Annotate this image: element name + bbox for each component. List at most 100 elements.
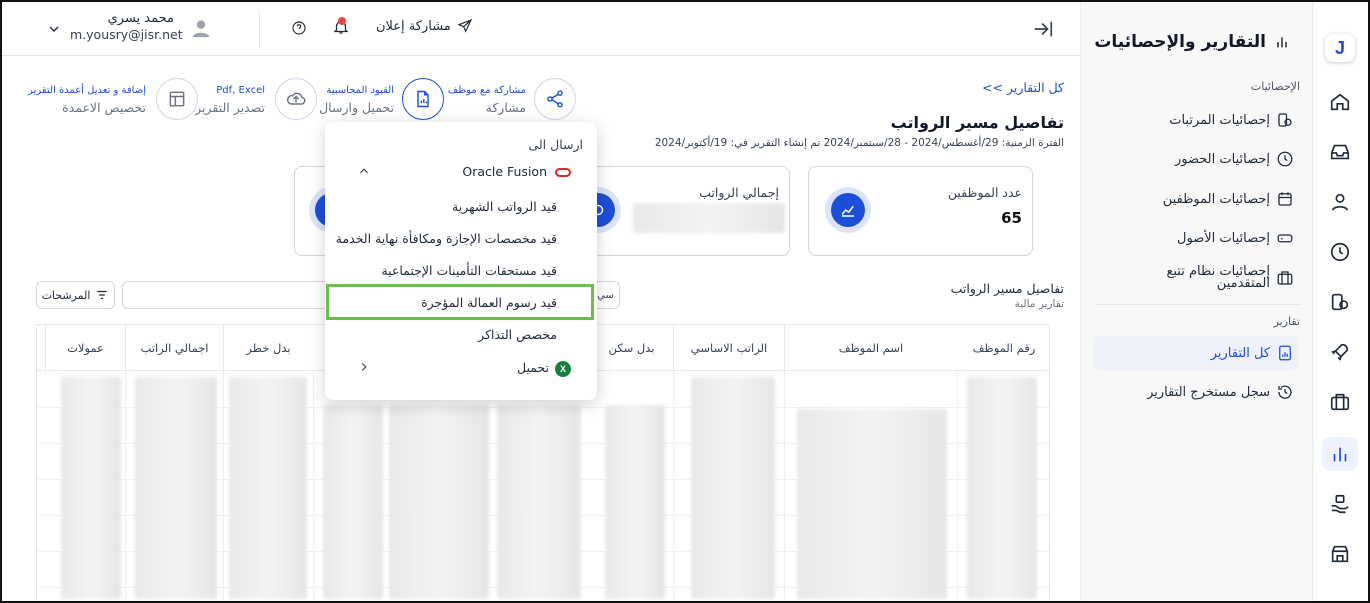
oracle-fusion-item[interactable]: Oracle Fusion [462, 164, 571, 179]
sidebar-item-report-log[interactable]: سجل مستخرج التقارير [1094, 377, 1298, 407]
col-line [223, 371, 224, 603]
bar-chart-icon [1277, 37, 1287, 48]
sidebar-item-label: إحصائيات نظام تتبع المتقدمين [1166, 265, 1270, 291]
sidebar-item-all-reports[interactable]: كل التقارير [1094, 336, 1298, 370]
tickets-provision-item[interactable]: مخصص التذاكر [478, 327, 557, 342]
col-total-salary[interactable]: اجمالي الراتب [125, 325, 223, 371]
sidebar-item-payroll-stats[interactable]: إحصائيات المرتبات [1094, 105, 1298, 135]
clock-icon [1277, 151, 1293, 167]
drive-icon [1277, 234, 1293, 243]
leave-eos-entry-item[interactable]: قيد مخصصات الإجازة ومكافأة نهاية الخدمة [336, 231, 557, 246]
columns-layout-icon[interactable] [156, 78, 198, 120]
reports-section-label: تقارير [1273, 315, 1300, 328]
share-with-employee-action[interactable]: مشاركة مع موظف مشاركة [448, 78, 578, 122]
payroll-icon [1278, 113, 1292, 127]
gosi-entry-item[interactable]: قيد مستحقات التأمينات الإجتماعية [381, 263, 557, 278]
accounting-report-icon[interactable] [402, 78, 444, 120]
blurred-cells [967, 377, 1037, 599]
payroll-icon[interactable] [1322, 285, 1358, 319]
side-panel-title-text: التقارير والإحصائيات [1094, 32, 1266, 52]
blurred-cells [61, 377, 121, 599]
user-name: محمد يسري [107, 11, 174, 26]
user-icon[interactable] [1322, 185, 1358, 219]
page-title: تفاصيل مسير الرواتب [890, 113, 1064, 132]
chevron-up-icon[interactable] [357, 164, 371, 178]
share-announcement-button[interactable]: مشاركة إعلان [376, 18, 473, 34]
col-risk[interactable]: بدل خطر [223, 325, 313, 371]
employees-count-value: 65 [1001, 209, 1022, 227]
hand-gift-icon[interactable] [1322, 487, 1358, 521]
store-icon[interactable] [1322, 537, 1358, 571]
accounting-entries-action[interactable]: القيود المحاسبية تحميل وارسال [319, 78, 446, 122]
share-icon[interactable] [534, 78, 576, 120]
sidebar-item-label: إحصائيات الموظفين [1162, 191, 1270, 207]
action-top-label: القيود المحاسبية [326, 85, 394, 96]
action-bottom-label: تخصيص الاعمدة [62, 100, 146, 115]
home-icon[interactable] [1322, 85, 1358, 119]
history-icon [1278, 385, 1292, 399]
topbar-separator [259, 10, 260, 48]
inbox-icon[interactable] [1322, 135, 1358, 169]
blurred-cells [135, 377, 217, 599]
oracle-fusion-label: Oracle Fusion [462, 164, 547, 179]
blurred-cells [691, 377, 775, 599]
user-email: m.yousry@jisr.net [70, 27, 183, 42]
collapse-sidebar-icon[interactable] [1032, 18, 1054, 40]
avatar[interactable] [191, 18, 211, 38]
monthly-payroll-entry-item[interactable]: قيد الرواتب الشهرية [452, 199, 557, 214]
report-period: الفترة الزمنية: 29/أغسطس/2024 - 28/سبتمب… [654, 137, 1064, 149]
filters-button[interactable]: المرشحات [36, 281, 115, 309]
sidebar-item-attendance-stats[interactable]: إحصائيات الحضور [1094, 144, 1298, 174]
reports-chart-icon[interactable] [1322, 437, 1358, 471]
export-report-action[interactable]: Pdf, Excel تصدير التقرير [195, 78, 317, 122]
action-bottom-label: تصدير التقرير [195, 100, 265, 115]
col-emp-name[interactable]: اسم الموظف [784, 325, 957, 371]
clock-icon[interactable] [1322, 235, 1358, 269]
help-icon[interactable] [291, 20, 307, 36]
col-commissions[interactable]: عمولات [45, 325, 125, 371]
calendar-icon [1278, 192, 1292, 206]
side-divider [1095, 304, 1301, 305]
sidebar-item-assets-stats[interactable]: إحصائيات الأصول [1094, 223, 1298, 253]
sidebar-item-label: إحصائيات المرتبات [1169, 112, 1270, 128]
leased-labor-entry-item[interactable]: قيد رسوم العمالة المؤجرة [421, 295, 557, 310]
upload-cloud-icon[interactable] [275, 78, 317, 120]
chevron-right-icon[interactable] [357, 360, 371, 374]
blurred-cells [389, 405, 489, 599]
top-bar: مشاركة إعلان محمد يسري m.yousry@jisr.net [0, 0, 1080, 56]
blurred-cells [323, 405, 383, 599]
rocket-icon[interactable] [1322, 335, 1358, 369]
download-item[interactable]: تحميل X [517, 360, 571, 377]
table-subtitle: تقارير مالية [1014, 298, 1064, 310]
blurred-cells [229, 377, 307, 599]
briefcase-icon [1277, 271, 1293, 285]
search-input[interactable] [122, 281, 332, 309]
customize-columns-action[interactable]: إضافة و تعديل أعمدة التقرير تخصيص الاعمد… [28, 78, 198, 122]
col-line [125, 371, 126, 603]
sidebar-item-employee-stats[interactable]: إحصائيات الموظفين [1094, 184, 1298, 214]
blurred-cells [605, 405, 665, 599]
download-label: تحميل [516, 360, 549, 375]
share-announcement-label: مشاركة إعلان [376, 18, 451, 34]
total-salaries-label: إجمالي الرواتب [699, 185, 779, 200]
blurred-cells [497, 405, 581, 599]
breadcrumb-all-reports[interactable]: << كل التقارير [982, 80, 1064, 95]
employees-count-card: عدد الموظفين 65 [808, 166, 1033, 256]
chevron-down-icon[interactable] [46, 21, 62, 37]
send-icon [457, 18, 472, 33]
blurred-value [633, 203, 785, 233]
sidebar-item-label: إحصائيات الأصول [1177, 230, 1270, 246]
col-basic-salary[interactable]: الراتب الاساسي [673, 325, 784, 371]
sidebar-item-label: كل التقارير [1210, 345, 1270, 361]
col-housing[interactable]: بدل سكن [589, 325, 673, 371]
col-line [313, 371, 314, 603]
col-line [957, 371, 958, 603]
col-emp-no[interactable]: رقم الموظف [957, 325, 1049, 371]
sidebar-item-label-line2: المتقدمين [1216, 276, 1270, 291]
blurred-cells [797, 409, 947, 599]
col-line [673, 371, 674, 603]
briefcase-icon[interactable] [1322, 385, 1358, 419]
send-to-label: ارسال الى [528, 137, 583, 152]
jisr-logo-icon[interactable]: J [1325, 34, 1355, 62]
sidebar-item-ats-stats[interactable]: إحصائيات نظام تتبع المتقدمين [1094, 260, 1298, 296]
